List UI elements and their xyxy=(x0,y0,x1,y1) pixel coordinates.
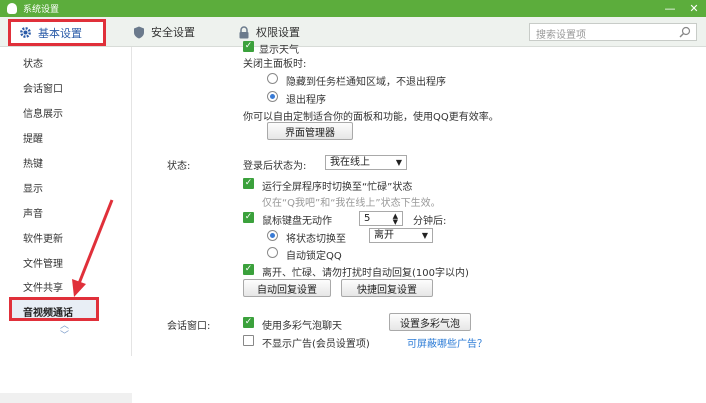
sidebar-item-reminder[interactable]: 提醒 xyxy=(23,130,43,145)
blockable-ads-link[interactable]: 可屏蔽哪些广告？ xyxy=(407,335,487,350)
chat-window-section-label: 会话窗口: xyxy=(167,321,211,332)
chevron-down-icon: ▼ xyxy=(421,231,428,240)
sidebar-item-display[interactable]: 显示 xyxy=(23,180,43,195)
close-exit-radio[interactable] xyxy=(267,91,278,102)
auto-reply-settings-button[interactable]: 自动回复设置 xyxy=(243,279,331,297)
settings-tab-bar: 基本设置 安全设置 权限设置 搜索设置项 xyxy=(0,17,706,47)
quick-reply-settings-button[interactable]: 快捷回复设置 xyxy=(341,279,433,297)
stepper-arrows-icon[interactable]: ▲ ▼ xyxy=(393,213,398,226)
tab-permission-settings-label: 权限设置 xyxy=(256,26,300,39)
close-hide-radio[interactable] xyxy=(267,73,278,84)
tab-security-settings-label: 安全设置 xyxy=(151,26,195,39)
settings-content: ✓ 显示天气 关闭主面板时: 隐藏到任务栏通知区域，不退出程序 退出程序 你可以… xyxy=(133,41,706,356)
login-status-label: 登录后状态为: xyxy=(243,161,307,172)
idle-lock-radio[interactable] xyxy=(267,247,278,258)
show-weather-checkbox[interactable]: ✓ xyxy=(243,41,254,52)
search-icon[interactable] xyxy=(679,26,691,41)
tab-security-settings[interactable]: 安全设置 xyxy=(132,17,195,47)
auto-reply-checkbox[interactable]: ✓ xyxy=(243,264,254,275)
settings-sidebar: 状态 会话窗口 信息展示 提醒 热键 显示 声音 软件更新 文件管理 文件共享 … xyxy=(0,47,132,403)
tab-basic-settings-label: 基本设置 xyxy=(38,26,82,40)
scroll-up-icon[interactable]: ︿ xyxy=(60,321,69,331)
bubble-chat-label: 使用多彩气泡聊天 xyxy=(262,321,342,332)
sidebar-scroll-arrows[interactable]: ︿ ﹀ xyxy=(60,321,69,341)
idle-unit-label: 分钟后: xyxy=(413,216,447,227)
login-status-value: 我在线上 xyxy=(330,157,370,168)
minimize-button[interactable]: — xyxy=(658,0,682,17)
fullscreen-busy-checkbox[interactable]: ✓ xyxy=(243,178,254,189)
idle-lock-label: 自动锁定QQ xyxy=(286,251,342,262)
status-section-label: 状态: xyxy=(167,161,191,172)
window-title: 系统设置 xyxy=(23,5,60,15)
shield-icon xyxy=(132,26,145,39)
interface-manager-button[interactable]: 界面管理器 xyxy=(267,122,353,140)
chevron-down-icon: ▼ xyxy=(395,158,402,167)
gear-icon xyxy=(19,26,32,39)
sidebar-item-info-display[interactable]: 信息展示 xyxy=(23,105,63,120)
search-placeholder: 搜索设置项 xyxy=(536,30,586,41)
auto-reply-label: 离开、忙碌、请勿打扰时自动回复(100字以内) xyxy=(262,268,469,279)
title-bar: 系统设置 — ✕ xyxy=(0,0,706,17)
idle-switch-radio[interactable] xyxy=(267,230,278,241)
idle-switch-select[interactable]: 离开 ▼ xyxy=(369,228,433,243)
idle-label: 鼠标键盘无动作 xyxy=(262,216,332,227)
close-panel-label: 关闭主面板时: xyxy=(243,59,307,70)
tab-basic-settings[interactable]: 基本设置 xyxy=(8,19,106,46)
close-exit-label: 退出程序 xyxy=(286,95,326,106)
fullscreen-busy-label: 运行全屏程序时切换至“忙碌”状态 xyxy=(262,182,413,193)
qq-penguin-icon xyxy=(7,3,17,14)
sidebar-item-hotkey[interactable]: 热键 xyxy=(23,155,43,170)
sidebar-item-sound[interactable]: 声音 xyxy=(23,205,43,220)
idle-switch-label: 将状态切换至 xyxy=(286,234,346,245)
search-input[interactable]: 搜索设置项 xyxy=(529,23,697,41)
bubble-chat-checkbox[interactable]: ✓ xyxy=(243,317,254,328)
sidebar-item-software-update[interactable]: 软件更新 xyxy=(23,230,63,245)
sidebar-item-status[interactable]: 状态 xyxy=(23,55,43,70)
customize-description: 你可以自由定制适合你的面板和功能，使用QQ更有效率。 xyxy=(243,112,499,123)
sidebar-item-file-management[interactable]: 文件管理 xyxy=(23,255,63,270)
fullscreen-busy-note: 仅在“Q我吧”和“我在线上”状态下生效。 xyxy=(262,198,441,209)
sidebar-item-file-sharing[interactable]: 文件共享 xyxy=(23,279,63,294)
sidebar-bottom-strip xyxy=(0,393,132,403)
set-bubble-button[interactable]: 设置多彩气泡 xyxy=(389,313,471,331)
idle-minutes-value: 5 xyxy=(364,213,371,224)
no-ads-checkbox[interactable] xyxy=(243,335,254,346)
close-hide-label: 隐藏到任务栏通知区域，不退出程序 xyxy=(286,77,446,88)
show-weather-label: 显示天气 xyxy=(259,45,299,56)
sidebar-item-chat-window[interactable]: 会话窗口 xyxy=(23,80,63,95)
close-button[interactable]: ✕ xyxy=(682,0,706,17)
login-status-select[interactable]: 我在线上 ▼ xyxy=(325,155,407,170)
idle-switch-value: 离开 xyxy=(374,230,394,241)
idle-minutes-stepper[interactable]: 5 ▲ ▼ xyxy=(359,211,403,226)
no-ads-label: 不显示广告(会员设置项) xyxy=(262,339,370,350)
sidebar-item-av-call[interactable]: 音视频通话 xyxy=(9,297,99,321)
lock-icon xyxy=(237,25,250,39)
idle-checkbox[interactable]: ✓ xyxy=(243,212,254,223)
scroll-down-icon[interactable]: ﹀ xyxy=(60,331,69,341)
